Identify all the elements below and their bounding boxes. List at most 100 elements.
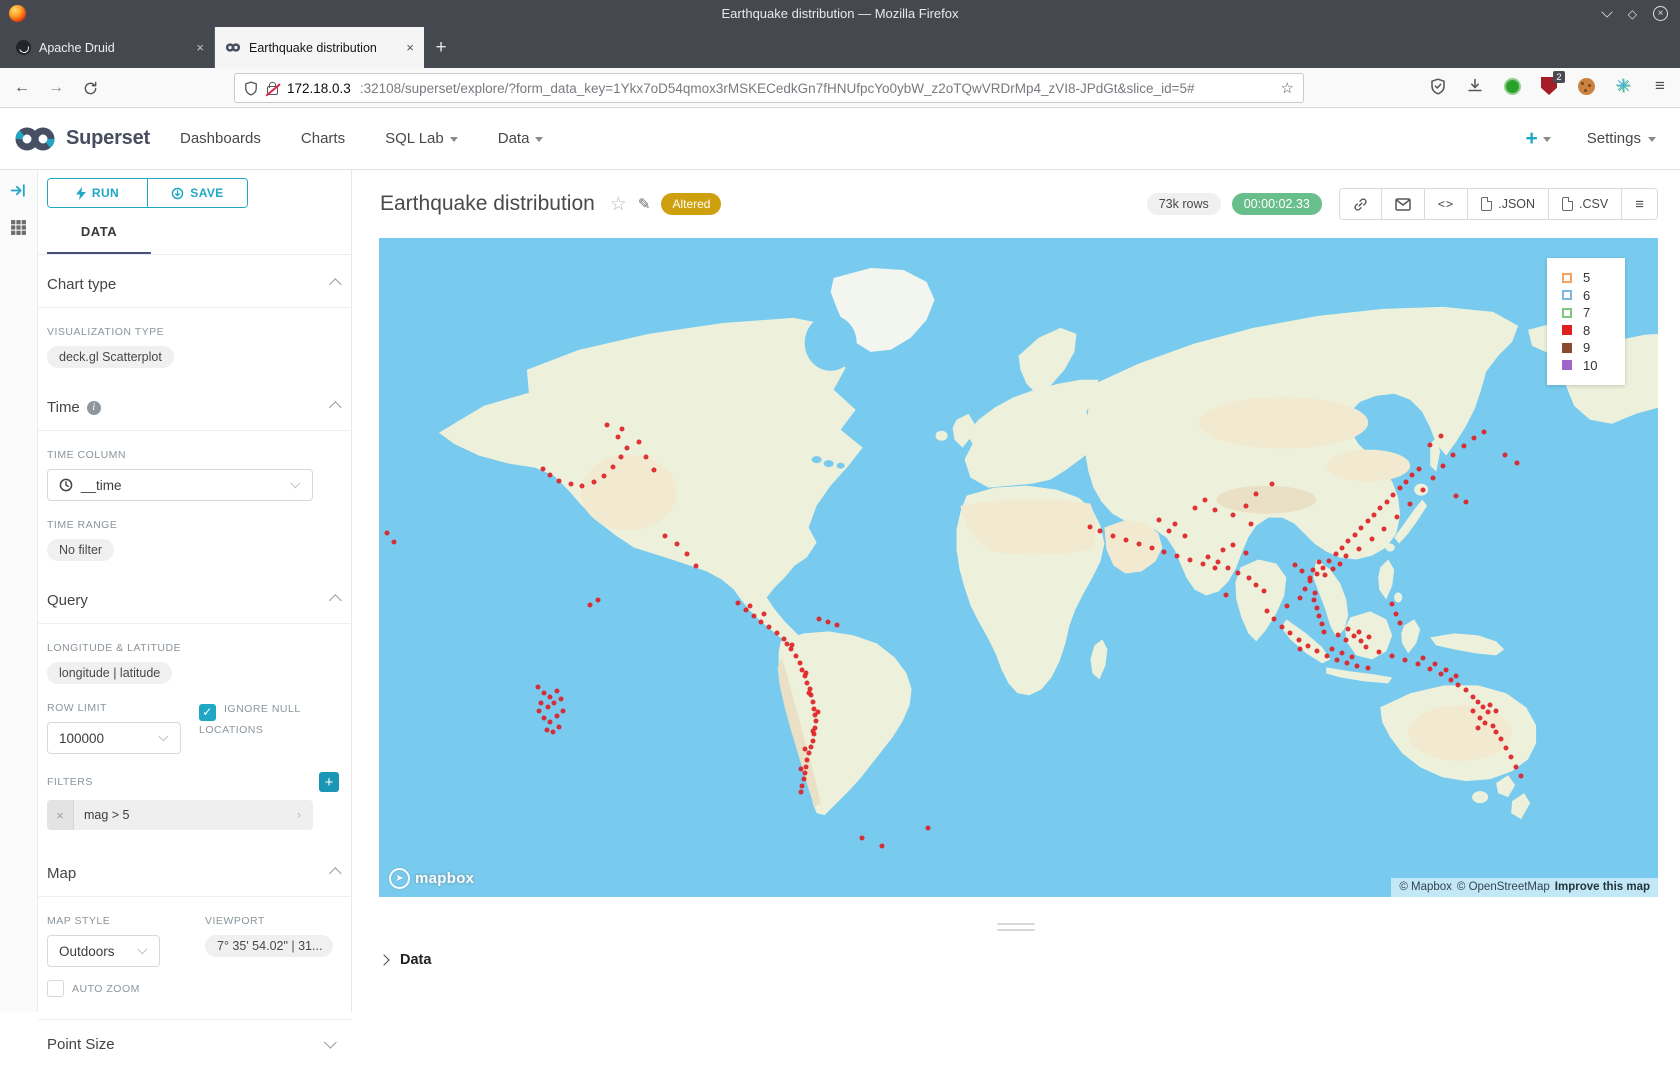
attrib-osm-link[interactable]: © OpenStreetMap: [1457, 881, 1550, 893]
earthquake-point[interactable]: [804, 670, 809, 675]
earthquake-point[interactable]: [557, 724, 562, 729]
add-new-button[interactable]: +: [1526, 127, 1551, 151]
earthquake-point[interactable]: [797, 661, 802, 666]
earthquake-point[interactable]: [1149, 545, 1154, 550]
earthquake-point[interactable]: [550, 730, 555, 735]
earthquake-point[interactable]: [1515, 461, 1520, 466]
earthquake-point[interactable]: [561, 709, 566, 714]
earthquake-point[interactable]: [1461, 444, 1466, 449]
earthquake-point[interactable]: [1366, 635, 1371, 640]
earthquake-point[interactable]: [810, 728, 815, 733]
earthquake-point[interactable]: [1111, 533, 1116, 538]
earthquake-point[interactable]: [1453, 494, 1458, 499]
earthquake-point[interactable]: [1498, 736, 1503, 741]
earthquake-point[interactable]: [1343, 637, 1348, 642]
earthquake-point[interactable]: [1162, 549, 1167, 554]
privacy-addon-icon[interactable]: [1502, 76, 1522, 96]
data-panel-toggle[interactable]: Data: [380, 952, 431, 968]
earthquake-point[interactable]: [591, 479, 596, 484]
earthquake-point[interactable]: [545, 705, 550, 710]
earthquake-point[interactable]: [548, 719, 553, 724]
earthquake-point[interactable]: [1352, 532, 1357, 537]
legend-item[interactable]: 9: [1562, 339, 1625, 357]
earthquake-point[interactable]: [1346, 539, 1351, 544]
earthquake-point[interactable]: [1236, 570, 1241, 575]
close-window-icon[interactable]: ×: [1653, 6, 1668, 21]
earthquake-point[interactable]: [1420, 656, 1425, 661]
earthquake-point[interactable]: [1323, 573, 1328, 578]
minimize-icon[interactable]: [1601, 6, 1612, 17]
earthquake-point[interactable]: [860, 835, 865, 840]
earthquake-point[interactable]: [616, 435, 621, 440]
earthquake-point[interactable]: [384, 531, 389, 536]
ignore-null-checkbox[interactable]: ✓: [199, 704, 216, 721]
close-tab-icon[interactable]: ×: [406, 40, 414, 55]
insecure-lock-icon[interactable]: [267, 86, 278, 95]
earthquake-point[interactable]: [1365, 665, 1370, 670]
earthquake-point[interactable]: [1172, 522, 1177, 527]
earthquake-point[interactable]: [548, 473, 553, 478]
earthquake-point[interactable]: [806, 751, 811, 756]
earthquake-point[interactable]: [1314, 649, 1319, 654]
mapbox-logo[interactable]: ➤ mapbox: [389, 868, 474, 889]
earthquake-point[interactable]: [747, 603, 752, 608]
earthquake-point[interactable]: [1231, 543, 1236, 548]
earthquake-point[interactable]: [1343, 553, 1348, 558]
earthquake-point[interactable]: [1324, 653, 1329, 658]
earthquake-point[interactable]: [785, 641, 790, 646]
favorite-star-icon[interactable]: ☆: [610, 193, 627, 216]
attrib-improve-link[interactable]: Improve this map: [1555, 881, 1650, 893]
earthquake-point[interactable]: [1491, 723, 1496, 728]
attrib-mapbox-link[interactable]: © Mapbox: [1399, 881, 1452, 893]
section-chart-type[interactable]: Chart type: [47, 255, 339, 307]
earthquake-point[interactable]: [1226, 565, 1231, 570]
earthquake-point[interactable]: [1157, 518, 1162, 523]
earthquake-point[interactable]: [1292, 562, 1297, 567]
earthquake-point[interactable]: [1359, 639, 1364, 644]
earthquake-point[interactable]: [1123, 537, 1128, 542]
earthquake-point[interactable]: [1443, 668, 1448, 673]
earthquake-point[interactable]: [1285, 603, 1290, 608]
nav-item-dashboards[interactable]: Dashboards: [180, 130, 261, 147]
earthquake-point[interactable]: [536, 709, 541, 714]
earthquake-point[interactable]: [1336, 632, 1341, 637]
earthquake-point[interactable]: [392, 540, 397, 545]
earthquake-point[interactable]: [535, 685, 540, 690]
earthquake-point[interactable]: [800, 783, 805, 788]
earthquake-point[interactable]: [1246, 576, 1251, 581]
earthquake-point[interactable]: [625, 445, 630, 450]
earthquake-point[interactable]: [1356, 547, 1361, 552]
earthquake-point[interactable]: [544, 727, 549, 732]
earthquake-point[interactable]: [1384, 499, 1389, 504]
earthquake-point[interactable]: [1269, 482, 1274, 487]
earthquake-point[interactable]: [1297, 647, 1302, 652]
earthquake-point[interactable]: [814, 719, 819, 724]
adblock-shield-icon[interactable]: 2: [1539, 76, 1559, 96]
earthquake-point[interactable]: [1493, 709, 1498, 714]
earthquake-point[interactable]: [805, 680, 810, 685]
earthquake-point[interactable]: [1350, 655, 1355, 660]
earthquake-point[interactable]: [1314, 572, 1319, 577]
tab-earthquake-distribution[interactable]: Earthquake distribution ×: [215, 27, 424, 68]
reload-button[interactable]: [78, 76, 102, 100]
embed-code-button[interactable]: <>: [1424, 189, 1467, 219]
earthquake-point[interactable]: [636, 440, 641, 445]
earthquake-point[interactable]: [1329, 647, 1334, 652]
earthquake-point[interactable]: [1428, 666, 1433, 671]
earthquake-point[interactable]: [1485, 710, 1490, 715]
earthquake-point[interactable]: [548, 694, 553, 699]
earthquake-point[interactable]: [1428, 442, 1433, 447]
earthquake-point[interactable]: [1464, 499, 1469, 504]
earthquake-point[interactable]: [651, 467, 656, 472]
nav-item-data[interactable]: Data: [498, 130, 544, 147]
earthquake-point[interactable]: [1317, 614, 1322, 619]
lonlat-value[interactable]: longitude | latitude: [47, 662, 172, 684]
earthquake-point[interactable]: [1410, 473, 1415, 478]
earthquake-point[interactable]: [1514, 764, 1519, 769]
nav-item-sql-lab[interactable]: SQL Lab: [385, 130, 458, 147]
save-button[interactable]: SAVE: [147, 179, 247, 207]
earthquake-point[interactable]: [541, 690, 546, 695]
earthquake-point[interactable]: [1203, 498, 1208, 503]
earthquake-point[interactable]: [799, 767, 804, 772]
earthquake-point[interactable]: [1372, 512, 1377, 517]
